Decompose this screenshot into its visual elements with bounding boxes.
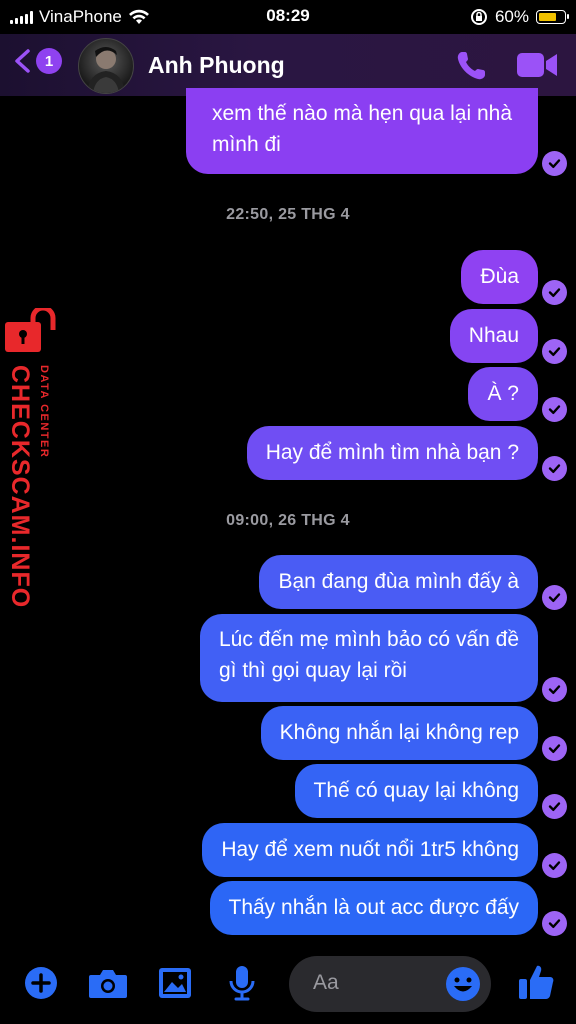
seen-check-icon: [542, 585, 567, 610]
watermark-subtitle: DATA CENTER: [38, 365, 50, 459]
video-call-icon[interactable]: [516, 50, 558, 80]
seen-check-icon: [542, 456, 567, 481]
camera-icon[interactable]: [88, 967, 128, 999]
message-bubble[interactable]: Đùa: [461, 250, 538, 304]
battery-percent: 60%: [494, 7, 529, 26]
seen-check-icon: [542, 911, 567, 936]
message-text: Đùa: [480, 265, 519, 288]
seen-check-icon: [542, 151, 567, 176]
message-bubble[interactable]: Hay để xem nuốt nổi 1tr5 không: [202, 823, 538, 877]
message-bubble[interactable]: Không nhắn lại không rep: [260, 706, 538, 760]
message-text: Hay để xem nuốt nổi 1tr5 không: [221, 838, 519, 861]
avatar[interactable]: [78, 38, 134, 94]
seen-check-icon: [542, 736, 567, 761]
message-text: xem thế nào mà hẹn qua lại nhà: [211, 102, 512, 125]
message-bubble[interactable]: Hay để mình tìm nhà bạn ?: [246, 426, 538, 480]
message-text: Không nhắn lại không rep: [279, 721, 519, 744]
message-text: mình đi: [211, 133, 281, 156]
message-input-placeholder: Aa: [313, 971, 339, 994]
phone-icon[interactable]: [453, 48, 489, 84]
gallery-icon[interactable]: [157, 966, 193, 1000]
chat-header: 1 Anh Phuong: [0, 34, 576, 96]
back-button[interactable]: 1: [12, 48, 62, 74]
plus-icon[interactable]: [24, 966, 58, 1000]
emoji-icon[interactable]: [445, 966, 481, 1002]
message-timestamp: 09:00, 26 THG 4: [226, 512, 350, 529]
watermark-brand: CHECKSCAM.INFO: [6, 365, 34, 609]
unread-badge: 1: [36, 48, 62, 74]
seen-check-icon: [542, 794, 567, 819]
seen-check-icon: [542, 397, 567, 422]
avatar-image: [87, 47, 125, 93]
message-bubble[interactable]: Nhau: [449, 309, 538, 363]
contact-name[interactable]: Anh Phuong: [148, 52, 285, 79]
message-bubble[interactable]: Bạn đang đùa mình đấy à: [259, 555, 538, 609]
message-text: Thế có quay lại không: [313, 779, 519, 802]
chevron-left-icon: [15, 49, 30, 73]
message-text: Nhau: [468, 324, 519, 347]
seen-check-icon: [542, 853, 567, 878]
message-bubble[interactable]: xem thế nào mà hẹn qua lại nhà mình đi: [185, 88, 538, 174]
message-bubble[interactable]: Lúc đến mẹ mình bảo có vấn đề gì thì gọi…: [199, 614, 538, 702]
message-bubble[interactable]: Thế có quay lại không: [294, 764, 538, 818]
rotation-lock-icon: [470, 9, 487, 25]
message-text: Lúc đến mẹ mình bảo có vấn đề: [218, 628, 519, 651]
message-bubble[interactable]: À ?: [468, 367, 538, 421]
message-text: Bạn đang đùa mình đấy à: [278, 570, 519, 593]
message-input[interactable]: Aa: [289, 956, 491, 1012]
status-bar: VinaPhone 08:29 60%: [0, 0, 576, 34]
seen-check-icon: [542, 677, 567, 702]
message-bubble[interactable]: Thấy nhắn là out acc được đấy: [209, 881, 538, 935]
message-text: Thấy nhắn là out acc được đấy: [228, 896, 520, 919]
lock-logo-icon: [5, 308, 56, 352]
message-text: À ?: [487, 382, 519, 405]
seen-check-icon: [542, 339, 567, 364]
microphone-icon[interactable]: [228, 964, 256, 1002]
battery-icon: [536, 10, 569, 24]
message-timestamp: 22:50, 25 THG 4: [226, 206, 350, 223]
message-text: gì thì gọi quay lại rồi: [218, 659, 407, 682]
message-text: Hay để mình tìm nhà bạn ?: [265, 441, 519, 464]
thumbs-up-icon[interactable]: [516, 962, 556, 1002]
seen-check-icon: [542, 280, 567, 305]
